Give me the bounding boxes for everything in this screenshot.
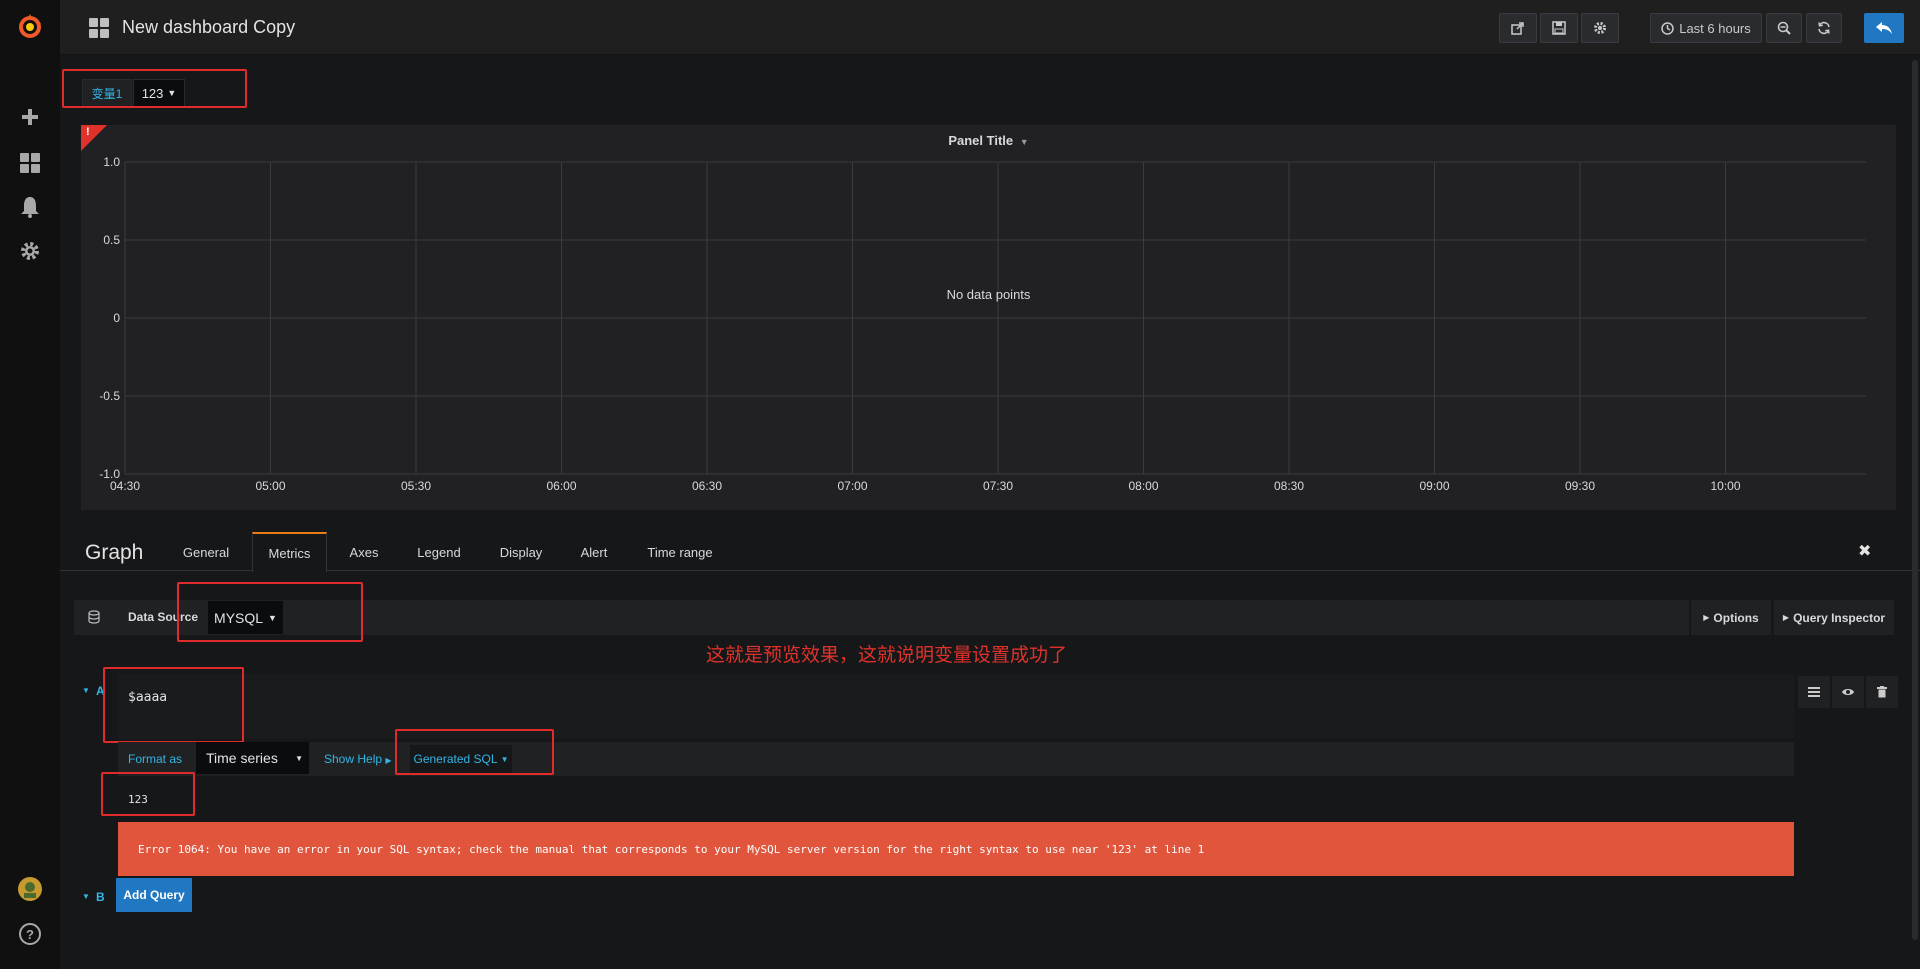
format-value: Time series	[206, 750, 278, 766]
caret-right-icon: ▶	[385, 756, 392, 765]
help-icon[interactable]: ?	[15, 919, 45, 949]
highlight-box-variable	[62, 69, 247, 108]
hamburger-icon	[1808, 687, 1820, 697]
query-menu-button[interactable]	[1798, 676, 1830, 708]
highlight-box-datasource	[177, 582, 363, 642]
show-help-label: Show Help	[324, 752, 383, 766]
highlight-box-sql-preview	[101, 772, 195, 816]
grid-lines	[124, 161, 1866, 475]
options-button[interactable]: ▶ Options	[1691, 600, 1771, 635]
delete-query-button[interactable]	[1866, 676, 1898, 708]
caret-right-icon: ▶	[1703, 613, 1710, 622]
tab-display[interactable]: Display	[490, 532, 552, 572]
y-tick-label: 0.5	[103, 233, 120, 247]
dashboard-settings-button[interactable]	[1581, 13, 1619, 43]
tab-alert[interactable]: Alert	[572, 532, 616, 572]
y-tick-label: 1.0	[103, 155, 120, 169]
graph-panel: 1.0 0.5 0 -0.5 -1.0 04:30 05:00 05:30 06:00 06:3…	[81, 125, 1896, 510]
sidebar: ?	[0, 0, 60, 969]
x-axis-ticks: 04:30 05:00 05:30 06:00 06:30 07:00 07:30 08:00…	[110, 479, 1741, 493]
avatar[interactable]	[15, 874, 45, 904]
back-to-dashboard-button[interactable]	[1864, 13, 1904, 43]
editor-tabs-bar	[60, 531, 1920, 571]
help-label: ?	[19, 923, 41, 945]
trash-icon	[1877, 686, 1887, 698]
collapse-query-a-icon[interactable]: ▼	[82, 686, 90, 695]
panel-title-text: Panel Title	[948, 133, 1014, 148]
tab-metrics[interactable]: Metrics	[252, 532, 327, 572]
zoom-out-button[interactable]	[1766, 13, 1802, 43]
save-icon	[1552, 21, 1566, 35]
share-button[interactable]	[1499, 13, 1537, 43]
clock-icon	[1661, 21, 1674, 35]
x-tick-label: 08:00	[1128, 479, 1158, 493]
dashboard-title[interactable]: New dashboard Copy	[122, 17, 295, 38]
share-icon	[1511, 22, 1524, 35]
caret-right-icon: ▶	[1782, 613, 1790, 622]
topbar	[60, 0, 1920, 55]
panel-error-corner[interactable]	[81, 125, 107, 151]
x-tick-label: 08:30	[1274, 479, 1304, 493]
show-help-button[interactable]: Show Help ▶	[324, 752, 392, 766]
add-query-button[interactable]: Add Query	[116, 878, 192, 912]
toggle-query-visibility-button[interactable]	[1832, 676, 1864, 708]
tab-general[interactable]: General	[172, 532, 240, 572]
time-picker-button[interactable]: Last 6 hours	[1650, 13, 1762, 43]
y-tick-label: -0.5	[99, 389, 120, 403]
format-select[interactable]: Time series ▼	[196, 742, 309, 774]
query-ref-b: B	[96, 890, 105, 904]
refresh-button[interactable]	[1806, 13, 1842, 43]
y-tick-label: 0	[113, 311, 120, 325]
query-editor[interactable]	[118, 674, 1794, 739]
collapse-query-b-icon[interactable]: ▼	[82, 892, 90, 901]
x-tick-label: 06:30	[692, 479, 722, 493]
x-tick-label: 09:00	[1419, 479, 1449, 493]
close-editor-button[interactable]: ✖	[1858, 541, 1871, 561]
no-data-message: No data points	[946, 287, 1031, 302]
tab-time-range[interactable]: Time range	[640, 532, 720, 572]
annotation-text: 这就是预览效果，这就说明变量设置成功了	[706, 644, 1068, 666]
time-range-label: Last 6 hours	[1679, 20, 1751, 36]
options-label: Options	[1713, 610, 1759, 625]
plot-area: 1.00.50-0.5-1.0 04:30 05:00 05:30 06:00 06:3…	[99, 155, 1866, 493]
save-button[interactable]	[1540, 13, 1578, 43]
x-tick-label: 05:00	[255, 479, 285, 493]
editor-title: Graph	[85, 541, 144, 564]
query-inspector-label: Query Inspector	[1793, 610, 1886, 625]
dashboard-grid-icon	[88, 17, 110, 44]
x-tick-label: 09:30	[1565, 479, 1595, 493]
panel-error-icon: !	[86, 126, 90, 138]
caret-down-icon: ▼	[1019, 137, 1029, 147]
query-inspector-button[interactable]: ▶ Query Inspector	[1774, 600, 1894, 635]
back-icon	[1876, 22, 1892, 34]
x-tick-label: 04:30	[110, 479, 140, 493]
y-axis-ticks: 1.00.50-0.5-1.0	[99, 155, 120, 481]
dashboards-icon[interactable]	[15, 148, 45, 178]
query-error-text: Error 1064: You have an error in your SQ…	[138, 842, 1205, 856]
highlight-box-generated-sql	[395, 729, 554, 775]
query-error-message: Error 1064: You have an error in your SQ…	[118, 822, 1794, 876]
refresh-icon	[1818, 21, 1830, 35]
plus-icon[interactable]	[15, 102, 45, 132]
scrollbar[interactable]	[1912, 60, 1918, 940]
panel-title[interactable]: Panel Title ▼	[81, 133, 1896, 148]
x-tick-label: 10:00	[1710, 479, 1740, 493]
grafana-logo[interactable]	[15, 12, 45, 42]
gear-icon[interactable]	[15, 236, 45, 266]
alert-bell-icon[interactable]	[15, 192, 45, 222]
tab-legend[interactable]: Legend	[408, 532, 470, 572]
tab-axes[interactable]: Axes	[340, 532, 388, 572]
x-tick-label: 06:00	[546, 479, 576, 493]
x-tick-label: 05:30	[401, 479, 431, 493]
highlight-box-query	[103, 667, 244, 743]
database-icon	[87, 610, 101, 629]
x-tick-label: 07:30	[983, 479, 1013, 493]
format-as-label: Format as	[128, 752, 183, 766]
zoom-out-icon	[1777, 21, 1791, 35]
eye-icon	[1842, 689, 1854, 695]
settings-icon	[1594, 22, 1606, 34]
caret-down-icon: ▼	[295, 753, 303, 763]
sql-preview: 123	[118, 780, 1794, 816]
x-tick-label: 07:00	[837, 479, 867, 493]
